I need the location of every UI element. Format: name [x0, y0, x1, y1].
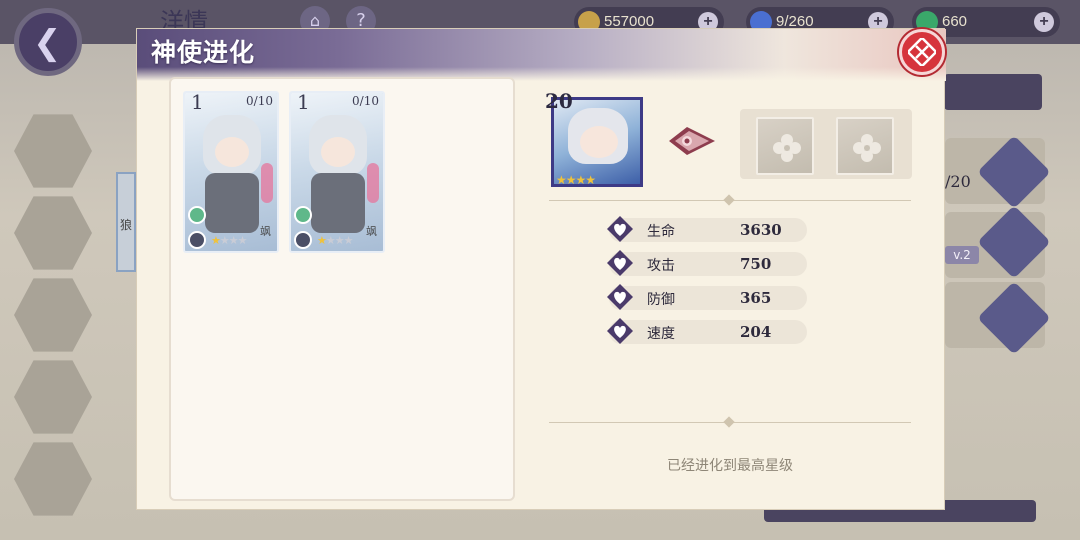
heart-icon: [607, 216, 633, 242]
close-button[interactable]: [899, 29, 945, 75]
flower-icon: [773, 134, 801, 162]
hero-level: 20: [545, 89, 573, 113]
material-slots-panel: [740, 109, 912, 179]
class-icon: [188, 231, 206, 249]
robe-tab-button[interactable]: [14, 278, 92, 352]
element-icon: [188, 206, 206, 224]
card-count: 0/10: [352, 94, 379, 108]
stat-row-defense: 防御 365: [607, 284, 807, 310]
back-button[interactable]: ❮: [14, 8, 82, 76]
sword-tab-button[interactable]: [14, 114, 92, 188]
heart-icon: [607, 284, 633, 310]
evolution-modal: 神使进化 1 0/10 ★★★★ 飒 1 0/10 ★★★★ 飒 ★★★★ 20…: [136, 28, 946, 510]
left-side-card-text: 狼: [120, 218, 133, 232]
flower-icon: [853, 134, 881, 162]
material-list-panel[interactable]: 1 0/10 ★★★★ 飒 1 0/10 ★★★★ 飒: [169, 77, 515, 501]
divider-bottom: [549, 416, 911, 428]
card-tag: 飒: [366, 225, 377, 238]
modal-title: 神使进化: [151, 38, 256, 67]
back-arrow-icon: ❮: [33, 23, 62, 63]
close-icon: [908, 38, 936, 66]
card-level: 1: [297, 91, 310, 114]
right-card-1-text: /20: [945, 172, 971, 191]
stat-value: 365: [740, 289, 772, 307]
material-slot-2[interactable]: [836, 117, 894, 175]
left-side-card: 狼: [116, 172, 136, 272]
card-count: 0/10: [246, 94, 273, 108]
stat-label: 生命: [647, 224, 675, 240]
max-evolution-note: 已经进化到最高星级: [667, 458, 793, 474]
right-header-bar: [944, 74, 1042, 110]
card-stars: ★★★★: [211, 234, 247, 247]
material-slot-1[interactable]: [756, 117, 814, 175]
card-level: 1: [191, 91, 204, 114]
material-card-2[interactable]: 1 0/10 ★★★★ 飒: [289, 91, 385, 253]
evolve-arrow-icon: [669, 127, 715, 155]
stat-label: 速度: [647, 326, 675, 342]
class-icon: [294, 231, 312, 249]
heart-icon: [607, 250, 633, 276]
stat-row-hp: 生命 3630: [607, 216, 807, 242]
divider-top: [549, 194, 911, 206]
armor-tab-button[interactable]: [14, 196, 92, 270]
stat-label: 攻击: [647, 258, 675, 274]
gem-value: 660: [942, 13, 968, 30]
stat-value: 204: [740, 323, 772, 341]
material-card-1[interactable]: 1 0/10 ★★★★ 飒: [183, 91, 279, 253]
stat-value: 750: [740, 255, 772, 273]
card-tag: 飒: [260, 225, 271, 238]
card-stars: ★★★★: [317, 234, 353, 247]
stat-label: 防御: [647, 292, 675, 308]
add-gem-button[interactable]: +: [1034, 12, 1054, 32]
bag-tab-button[interactable]: [14, 442, 92, 516]
stat-row-attack: 攻击 750: [607, 250, 807, 276]
stat-value: 3630: [740, 221, 782, 239]
heart-icon: [607, 318, 633, 344]
modal-header: [137, 29, 946, 81]
stat-row-speed: 速度 204: [607, 318, 807, 344]
element-icon: [294, 206, 312, 224]
right-card-2-text: v.2: [945, 246, 979, 264]
hero-stars: ★★★★: [556, 173, 596, 187]
boots-tab-button[interactable]: [14, 360, 92, 434]
